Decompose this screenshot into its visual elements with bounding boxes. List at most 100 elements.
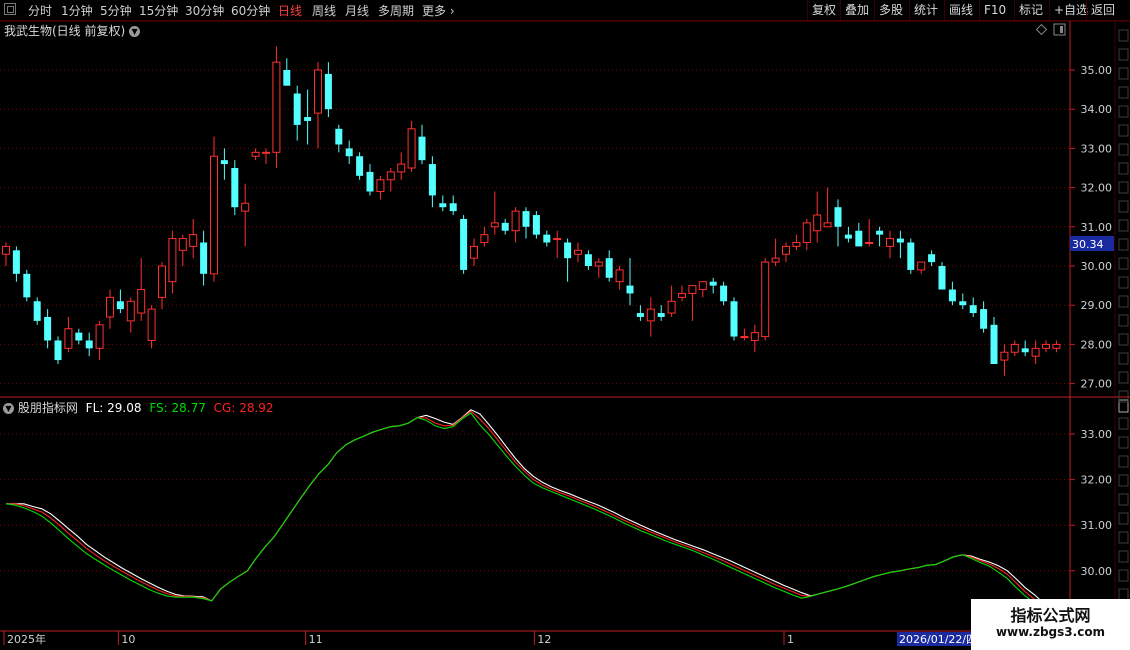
candle[interactable]	[439, 195, 447, 212]
candle[interactable]	[1021, 340, 1029, 357]
candle[interactable]	[657, 305, 665, 321]
candle[interactable]	[449, 195, 457, 216]
candle[interactable]	[1042, 340, 1050, 353]
candle[interactable]	[896, 230, 904, 259]
candle[interactable]	[460, 215, 468, 274]
candle[interactable]	[1031, 340, 1040, 364]
candle[interactable]	[189, 218, 198, 259]
candle[interactable]	[137, 258, 146, 321]
candle[interactable]	[917, 261, 926, 274]
candle[interactable]	[959, 293, 967, 310]
candle[interactable]	[158, 262, 166, 310]
panel-settings-icon[interactable]	[1053, 23, 1066, 36]
candle[interactable]	[980, 301, 988, 333]
candle[interactable]	[792, 234, 801, 251]
candle[interactable]	[594, 258, 603, 278]
candle[interactable]	[626, 258, 634, 306]
candle[interactable]	[1052, 340, 1061, 353]
candle[interactable]	[886, 230, 894, 259]
candle[interactable]	[210, 136, 218, 282]
candle[interactable]	[907, 238, 915, 274]
candle[interactable]	[553, 230, 562, 259]
candle[interactable]	[2, 242, 10, 266]
candle[interactable]	[730, 297, 738, 341]
candle[interactable]	[407, 120, 416, 172]
candle[interactable]	[12, 246, 20, 282]
candle[interactable]	[241, 183, 250, 247]
diamond-icon[interactable]	[1035, 23, 1048, 36]
candle[interactable]	[490, 191, 499, 235]
candle[interactable]	[990, 316, 998, 364]
candle[interactable]	[844, 226, 852, 243]
candle[interactable]	[324, 62, 332, 118]
candle[interactable]	[178, 234, 187, 266]
candle[interactable]	[698, 281, 707, 298]
candle[interactable]	[376, 175, 385, 200]
candle[interactable]	[293, 85, 301, 141]
candle[interactable]	[85, 332, 93, 357]
candle[interactable]	[543, 230, 551, 247]
candle[interactable]	[720, 281, 728, 306]
candle[interactable]	[200, 230, 208, 286]
candle[interactable]	[834, 199, 842, 247]
candle[interactable]	[1000, 344, 1009, 376]
candle[interactable]	[106, 289, 114, 329]
candle[interactable]	[782, 242, 790, 263]
candle[interactable]	[750, 324, 759, 353]
candle[interactable]	[740, 328, 749, 341]
candle[interactable]	[511, 207, 520, 243]
candle[interactable]	[501, 218, 509, 235]
candle[interactable]	[95, 320, 104, 361]
candle[interactable]	[147, 305, 156, 349]
candle[interactable]	[678, 285, 686, 302]
candle[interactable]	[272, 46, 281, 168]
candle[interactable]	[771, 238, 780, 266]
candle[interactable]	[646, 297, 655, 337]
candle[interactable]	[75, 328, 83, 345]
candle[interactable]	[283, 58, 291, 86]
candle[interactable]	[23, 269, 31, 302]
candle[interactable]	[262, 148, 270, 165]
candle[interactable]	[615, 266, 624, 290]
kline-chart[interactable]: 35.00 34.00 33.00 32.00 31.00 30.00 29.00 28.00…	[0, 0, 1130, 650]
candle[interactable]	[667, 285, 676, 317]
candle[interactable]	[54, 336, 62, 364]
candle[interactable]	[44, 309, 52, 349]
candle[interactable]	[251, 148, 260, 161]
candle[interactable]	[304, 89, 312, 145]
candle[interactable]	[876, 226, 884, 247]
candle[interactable]	[33, 297, 41, 325]
candle[interactable]	[480, 226, 489, 247]
candle[interactable]	[168, 230, 177, 294]
candle[interactable]	[948, 281, 956, 306]
candle[interactable]	[802, 218, 811, 251]
candle[interactable]	[397, 152, 406, 180]
candle[interactable]	[64, 316, 73, 353]
candle[interactable]	[116, 289, 124, 314]
candle[interactable]	[470, 238, 478, 266]
candle[interactable]	[823, 187, 832, 228]
candle[interactable]	[345, 140, 353, 165]
candle[interactable]	[231, 160, 239, 216]
candle[interactable]	[928, 250, 936, 266]
candle[interactable]	[366, 164, 374, 196]
chevron-down-icon[interactable]: ▼	[3, 403, 14, 414]
candle[interactable]	[761, 258, 770, 341]
candle[interactable]	[522, 207, 530, 239]
candle[interactable]	[688, 285, 697, 321]
candle[interactable]	[969, 297, 977, 317]
candle[interactable]	[220, 148, 228, 180]
candle[interactable]	[938, 262, 946, 290]
chevron-down-icon[interactable]: ▼	[129, 26, 141, 37]
candle[interactable]	[314, 62, 322, 149]
candle[interactable]	[356, 152, 364, 180]
candle[interactable]	[574, 242, 582, 263]
candle[interactable]	[605, 250, 613, 282]
candle[interactable]	[126, 297, 135, 333]
candle[interactable]	[418, 124, 426, 165]
candle[interactable]	[636, 305, 644, 321]
candle[interactable]	[1010, 340, 1019, 357]
candle[interactable]	[564, 238, 572, 282]
candle[interactable]	[865, 218, 874, 247]
candle[interactable]	[813, 191, 822, 243]
